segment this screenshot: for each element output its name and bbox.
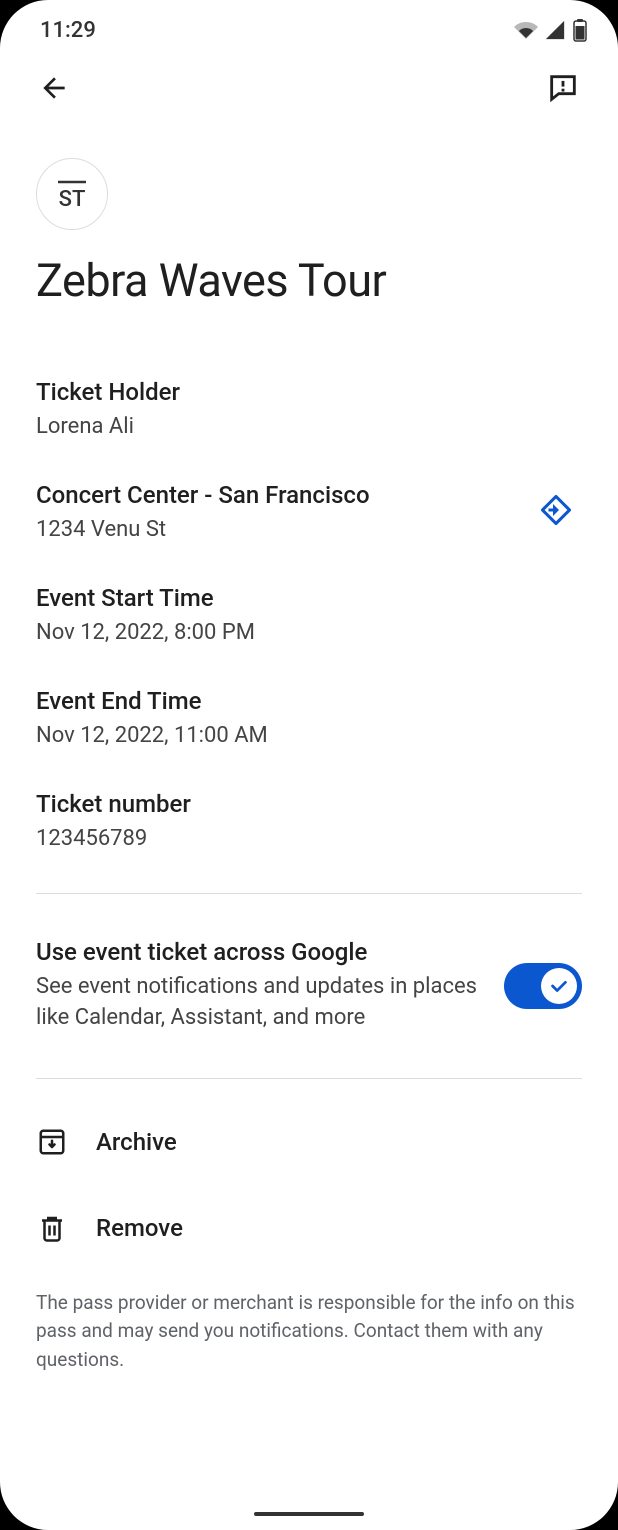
- action-label: Archive: [96, 1128, 177, 1156]
- status-bar: 11:29: [0, 0, 618, 50]
- battery-icon: [572, 18, 588, 42]
- field-label: Event End Time: [36, 687, 582, 715]
- footer-disclaimer: The pass provider or merchant is respons…: [36, 1289, 582, 1415]
- app-bar: [0, 50, 618, 130]
- field-label: Ticket number: [36, 790, 582, 818]
- event-title: Zebra Waves Tour: [36, 254, 582, 308]
- back-button[interactable]: [30, 64, 78, 116]
- status-icons: [514, 18, 588, 42]
- field-value: Nov 12, 2022, 8:00 PM: [36, 620, 582, 645]
- signal-icon: [544, 19, 566, 41]
- wifi-icon: [514, 18, 538, 42]
- source-logo: ST: [36, 158, 108, 230]
- toggle-thumb: [541, 968, 577, 1004]
- field-ticket-number: Ticket number 123456789: [36, 790, 582, 851]
- directions-icon: [538, 492, 574, 528]
- feedback-button[interactable]: [538, 63, 588, 117]
- field-label: Concert Center - San Francisco: [36, 481, 510, 509]
- field-value: Nov 12, 2022, 11:00 AM: [36, 723, 582, 748]
- field-value: 123456789: [36, 826, 582, 851]
- field-label: Ticket Holder: [36, 378, 582, 406]
- trash-icon: [37, 1213, 67, 1243]
- field-value: Lorena Ali: [36, 414, 582, 439]
- field-value: 1234 Venu St: [36, 517, 510, 542]
- field-end-time: Event End Time Nov 12, 2022, 11:00 AM: [36, 687, 582, 748]
- svg-text:ST: ST: [59, 187, 86, 212]
- arrow-left-icon: [38, 72, 70, 104]
- divider: [36, 1078, 582, 1079]
- directions-button[interactable]: [530, 484, 582, 540]
- content-area[interactable]: ST Zebra Waves Tour Ticket Holder Lorena…: [0, 130, 618, 1530]
- feedback-icon: [546, 71, 580, 105]
- action-label: Remove: [96, 1214, 183, 1242]
- toggle-switch[interactable]: [504, 963, 582, 1009]
- toggle-title: Use event ticket across Google: [36, 938, 484, 966]
- status-time: 11:29: [40, 18, 96, 43]
- check-icon: [548, 975, 570, 997]
- field-start-time: Event Start Time Nov 12, 2022, 8:00 PM: [36, 584, 582, 645]
- archive-icon: [37, 1127, 67, 1157]
- archive-button[interactable]: Archive: [36, 1099, 582, 1185]
- field-label: Event Start Time: [36, 584, 582, 612]
- divider: [36, 893, 582, 894]
- field-venue: Concert Center - San Francisco 1234 Venu…: [36, 481, 582, 542]
- field-ticket-holder: Ticket Holder Lorena Ali: [36, 378, 582, 439]
- toggle-google-sync: Use event ticket across Google See event…: [36, 914, 582, 1058]
- screen: 11:29 ST Zebra Waves Tour Ticket Holder: [0, 0, 618, 1530]
- remove-button[interactable]: Remove: [36, 1185, 582, 1271]
- home-indicator[interactable]: [254, 1512, 364, 1516]
- toggle-description: See event notifications and updates in p…: [36, 972, 484, 1034]
